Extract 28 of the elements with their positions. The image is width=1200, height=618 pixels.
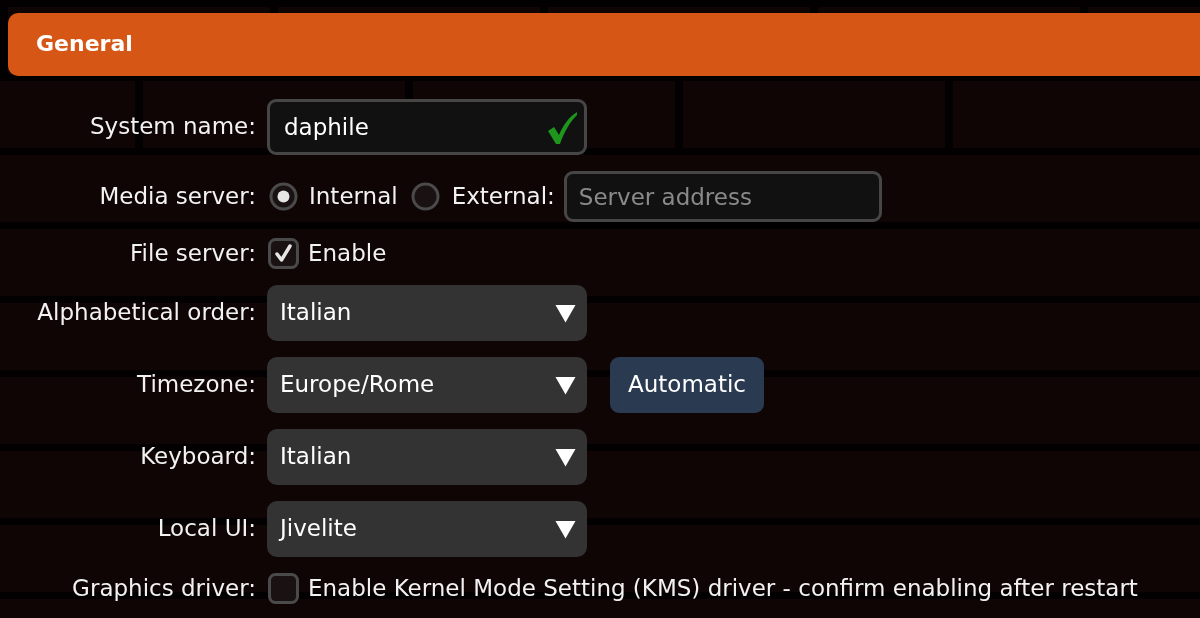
caret-icon [555,447,576,467]
checkbox[interactable] [268,238,299,269]
field-label: System name: [88,113,256,141]
field-label: Timezone: [136,371,256,399]
dropdown[interactable]: Italian [267,429,587,485]
field-label: Local UI: [156,515,256,543]
caret-icon [555,519,576,539]
field-label: File server: [129,239,256,268]
dropdown[interactable]: Europe/Rome [267,357,587,413]
field-label: Graphics driver: [71,574,256,603]
automatic-button[interactable]: Automatic [610,357,764,413]
radio-button[interactable] [269,182,298,211]
radio-label[interactable]: External: [451,182,555,211]
dropdown[interactable]: Italian [267,285,587,341]
radio-label[interactable]: Internal [309,182,398,211]
field-label: Keyboard: [139,443,256,471]
caret-icon [555,303,576,323]
checkbox-label[interactable]: Enable [308,239,387,268]
text-input[interactable]: daphile [267,99,587,155]
radio-button[interactable] [410,182,440,211]
section-title: General [36,31,133,58]
caret-icon [555,375,576,395]
checkbox[interactable] [268,573,299,604]
checkbox-label[interactable]: Enable Kernel Mode Setting (KMS) driver - confirm enabling after restart [308,574,1138,603]
dropdown[interactable]: Jivelite [267,501,587,557]
field-label: Media server: [98,182,256,211]
server-address-field[interactable]: Server address [563,171,882,222]
field-label: Alphabetical order: [36,299,256,327]
